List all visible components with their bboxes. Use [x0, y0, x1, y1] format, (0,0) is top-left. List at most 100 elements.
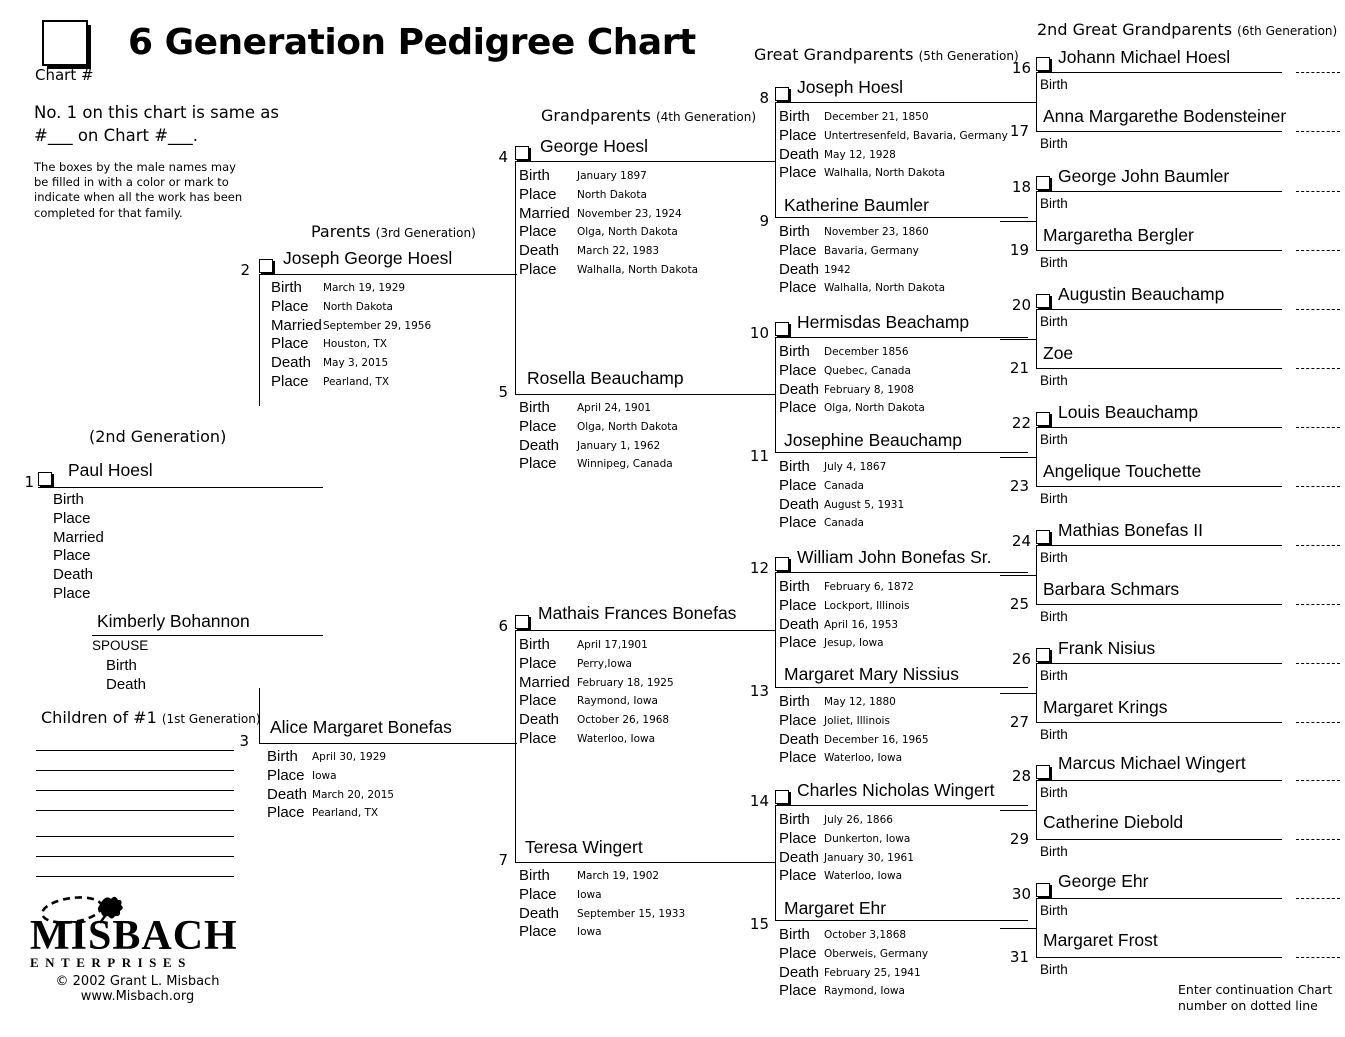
male-completion-box-2[interactable]	[259, 259, 275, 275]
male-completion-box-4[interactable]	[515, 146, 531, 162]
value-birth[interactable]: July 26, 1866	[824, 814, 893, 826]
person-name-8[interactable]: Joseph Hoesl	[797, 77, 903, 98]
person-name-23[interactable]: Angelique Touchette	[1043, 461, 1201, 482]
value-birth-place[interactable]: Untertresenfeld, Bavaria, Germany	[824, 130, 1008, 142]
person-name-11[interactable]: Josephine Beauchamp	[784, 430, 962, 451]
male-completion-box-18[interactable]	[1036, 176, 1052, 192]
continuation-dotline-19[interactable]	[1296, 250, 1340, 251]
male-completion-box-26[interactable]	[1036, 648, 1052, 664]
value-birth[interactable]: December 1856	[824, 346, 909, 358]
person-name-9[interactable]: Katherine Baumler	[784, 195, 929, 216]
value-birth[interactable]: April 24, 1901	[577, 402, 651, 414]
person-name-26[interactable]: Frank Nisius	[1058, 638, 1155, 659]
value-birth[interactable]: May 12, 1880	[824, 696, 896, 708]
value-birth-place[interactable]: Dunkerton, Iowa	[824, 833, 910, 845]
spouse-name[interactable]: Kimberly Bohannon	[97, 611, 250, 632]
continuation-dotline-27[interactable]	[1296, 722, 1340, 723]
value-married-place[interactable]: Raymond, Iowa	[577, 695, 658, 707]
value-birth[interactable]: February 6, 1872	[824, 581, 914, 593]
person-name-10[interactable]: Hermisdas Beachamp	[797, 312, 969, 333]
value-birth[interactable]: April 30, 1929	[312, 751, 386, 763]
value-birth-place[interactable]: Olga, North Dakota	[577, 421, 678, 433]
person-name-22[interactable]: Louis Beauchamp	[1058, 402, 1198, 423]
continuation-dotline-16[interactable]	[1296, 72, 1340, 73]
value-death-place[interactable]: Walhalla, North Dakota	[577, 264, 698, 276]
value-married-place[interactable]: Houston, TX	[323, 338, 387, 350]
value-birth[interactable]: December 21, 1850	[824, 111, 929, 123]
child-line-2[interactable]	[36, 770, 234, 771]
value-birth[interactable]: March 19, 1929	[323, 282, 405, 294]
continuation-dotline-28[interactable]	[1296, 780, 1340, 781]
male-completion-box-6[interactable]	[515, 615, 531, 631]
value-death[interactable]: August 5, 1931	[824, 499, 904, 511]
chart-number-box[interactable]	[42, 20, 91, 69]
value-death[interactable]: October 26, 1968	[577, 714, 669, 726]
value-married[interactable]: November 23, 1924	[577, 208, 682, 220]
continuation-dotline-18[interactable]	[1296, 191, 1340, 192]
male-completion-box-1[interactable]	[38, 472, 54, 488]
continuation-dotline-20[interactable]	[1296, 309, 1340, 310]
value-birth[interactable]: March 19, 1902	[577, 870, 659, 882]
person-name-12[interactable]: William John Bonefas Sr.	[797, 547, 992, 568]
child-line-4[interactable]	[36, 810, 234, 811]
continuation-dotline-26[interactable]	[1296, 663, 1340, 664]
person-name-20[interactable]: Augustin Beauchamp	[1058, 284, 1224, 305]
person-name-29[interactable]: Catherine Diebold	[1043, 812, 1183, 833]
child-line-7[interactable]	[36, 876, 234, 877]
person-name-17[interactable]: Anna Margarethe Bodensteiner	[1043, 106, 1286, 127]
value-birth-place[interactable]: Oberweis, Germany	[824, 948, 928, 960]
value-death[interactable]: December 16, 1965	[824, 734, 929, 746]
person-name-1[interactable]: Paul Hoesl	[68, 460, 153, 481]
male-completion-box-30[interactable]	[1036, 883, 1052, 899]
value-death[interactable]: May 12, 1928	[824, 149, 896, 161]
continuation-dotline-22[interactable]	[1296, 427, 1340, 428]
person-name-5[interactable]: Rosella Beauchamp	[527, 368, 684, 389]
value-death-place[interactable]: Pearland, TX	[323, 376, 389, 388]
person-name-2[interactable]: Joseph George Hoesl	[283, 248, 452, 269]
value-death[interactable]: April 16, 1953	[824, 619, 898, 631]
value-death-place[interactable]: Olga, North Dakota	[824, 402, 925, 414]
value-birth[interactable]: November 23, 1860	[824, 226, 929, 238]
value-birth[interactable]: January 1897	[577, 170, 647, 182]
value-death[interactable]: 1942	[824, 264, 851, 276]
male-completion-box-16[interactable]	[1036, 57, 1052, 73]
child-line-6[interactable]	[36, 856, 234, 857]
person-name-25[interactable]: Barbara Schmars	[1043, 579, 1179, 600]
continuation-dotline-25[interactable]	[1296, 604, 1340, 605]
male-completion-box-28[interactable]	[1036, 765, 1052, 781]
value-birth-place[interactable]: Bavaria, Germany	[824, 245, 919, 257]
person-name-31[interactable]: Margaret Frost	[1043, 930, 1158, 951]
value-birth[interactable]: April 17,1901	[577, 639, 648, 651]
person-name-27[interactable]: Margaret Krings	[1043, 697, 1168, 718]
person-name-15[interactable]: Margaret Ehr	[784, 898, 886, 919]
person-name-6[interactable]: Mathais Frances Bonefas	[538, 603, 736, 624]
male-completion-box-10[interactable]	[775, 322, 791, 338]
person-name-4[interactable]: George Hoesl	[540, 136, 648, 157]
continuation-dotline-31[interactable]	[1296, 957, 1340, 958]
value-death-place[interactable]: Waterloo, Iowa	[824, 752, 902, 764]
male-completion-box-14[interactable]	[775, 790, 791, 806]
person-name-19[interactable]: Margaretha Bergler	[1043, 225, 1194, 246]
continuation-dotline-17[interactable]	[1296, 131, 1340, 132]
person-name-13[interactable]: Margaret Mary Nissius	[784, 664, 959, 685]
person-name-16[interactable]: Johann Michael Hoesl	[1058, 47, 1230, 68]
value-birth-place[interactable]: Canada	[824, 480, 864, 492]
continuation-dotline-29[interactable]	[1296, 839, 1340, 840]
value-death-place[interactable]: Raymond, Iowa	[824, 985, 905, 997]
value-death-place[interactable]: Waterloo, Iowa	[824, 870, 902, 882]
value-birth-place[interactable]: Lockport, Illinois	[824, 600, 909, 612]
value-death[interactable]: May 3, 2015	[323, 357, 388, 369]
person-name-14[interactable]: Charles Nicholas Wingert	[797, 780, 994, 801]
value-birth-place[interactable]: Joliet, Illinois	[824, 715, 890, 727]
value-birth-place[interactable]: Quebec, Canada	[824, 365, 911, 377]
male-completion-box-20[interactable]	[1036, 294, 1052, 310]
value-birth[interactable]: July 4, 1867	[824, 461, 886, 473]
male-completion-box-22[interactable]	[1036, 412, 1052, 428]
value-death[interactable]: March 22, 1983	[577, 245, 659, 257]
value-death-place[interactable]: Jesup, Iowa	[824, 637, 884, 649]
value-death[interactable]: February 8, 1908	[824, 384, 914, 396]
value-death-place[interactable]: Waterloo, Iowa	[577, 733, 655, 745]
person-name-21[interactable]: Zoe	[1043, 343, 1073, 364]
value-birth-place[interactable]: North Dakota	[577, 189, 647, 201]
value-death-place[interactable]: Pearland, TX	[312, 807, 378, 819]
